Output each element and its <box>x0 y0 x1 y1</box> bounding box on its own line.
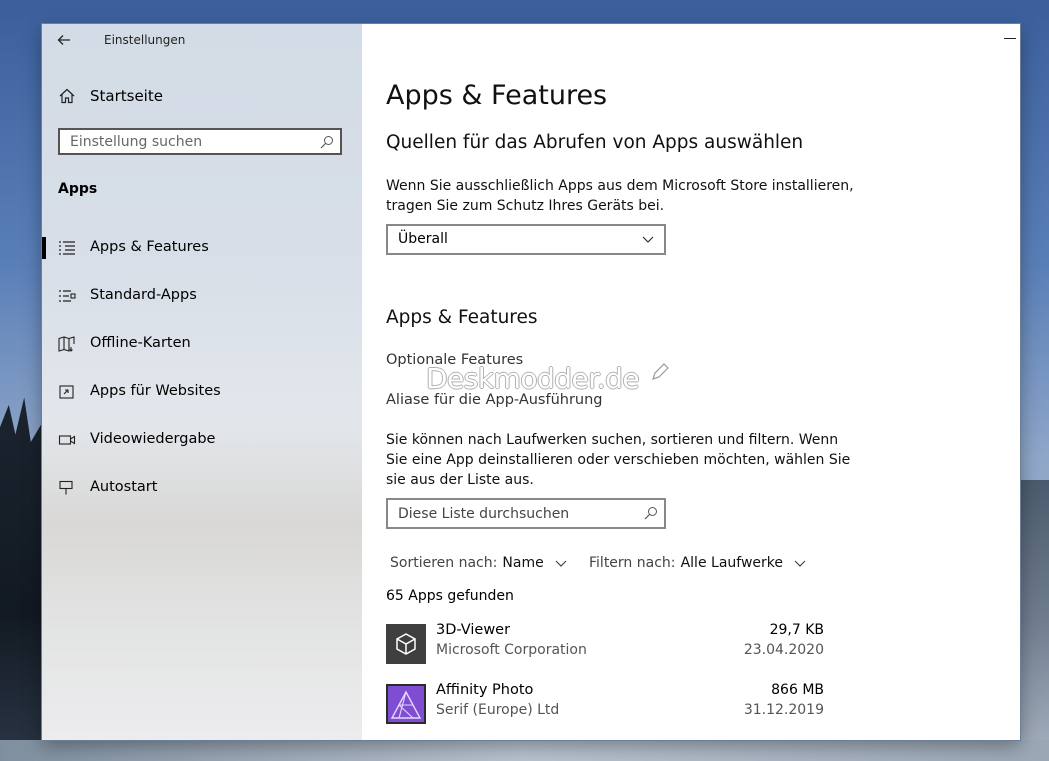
main-content: Apps & Features Quellen für das Abrufen … <box>362 24 1020 740</box>
sidebar-item-label: Apps & Features <box>90 239 209 255</box>
pencil-icon <box>651 363 669 380</box>
3d-viewer-icon <box>386 624 426 664</box>
sidebar-item-home[interactable]: Startseite <box>42 84 362 110</box>
wallpaper-trees <box>0 397 44 761</box>
sort-value: Name <box>502 555 544 571</box>
app-count: 65 Apps gefunden <box>386 588 514 604</box>
sources-heading: Quellen für das Abrufen von Apps auswähl… <box>386 132 804 153</box>
filter-label: Filtern nach: <box>589 555 676 571</box>
app-list-item[interactable]: Affinity Photo Serif (Europe) Ltd 866 MB… <box>386 682 826 734</box>
dropdown-value: Überall <box>398 231 448 247</box>
list-icon <box>59 241 75 255</box>
default-apps-icon <box>59 290 76 302</box>
features-description: Sie können nach Laufwerken suchen, sorti… <box>386 432 851 488</box>
sidebar-item-default-apps[interactable]: Standard-Apps <box>42 281 362 311</box>
watermark: Deskmodder.de <box>426 362 670 395</box>
app-source-dropdown[interactable]: Überall <box>386 224 666 255</box>
back-arrow-icon <box>57 35 70 45</box>
settings-search-placeholder: Einstellung suchen <box>70 134 203 150</box>
map-icon <box>58 336 75 352</box>
sort-label: Sortieren nach: <box>390 555 498 571</box>
app-list-item[interactable]: 3D-Viewer Microsoft Corporation 29,7 KB … <box>386 622 826 674</box>
video-icon <box>58 435 76 445</box>
settings-window: Einstellungen Startseite Einstellung suc… <box>42 24 1020 740</box>
app-name: 3D-Viewer <box>436 622 511 638</box>
window-title: Einstellungen <box>104 33 186 47</box>
sidebar-item-offline-maps[interactable]: Offline-Karten <box>42 329 362 359</box>
search-icon[interactable] <box>320 135 334 149</box>
filter-dropdown[interactable]: Filtern nach: Alle Laufwerke <box>589 552 806 574</box>
chevron-down-icon <box>794 560 806 567</box>
sidebar-item-label: Autostart <box>90 479 158 495</box>
sidebar-item-label: Standard-Apps <box>90 287 197 303</box>
page-title: Apps & Features <box>386 80 608 111</box>
home-icon <box>59 88 75 104</box>
app-publisher: Serif (Europe) Ltd <box>436 702 560 718</box>
wallpaper-lake <box>0 740 1049 761</box>
sidebar-item-label: Videowiedergabe <box>90 431 216 447</box>
sidebar-item-apps-features[interactable]: Apps & Features <box>42 233 362 263</box>
home-label: Startseite <box>90 87 163 105</box>
startup-icon <box>59 480 73 495</box>
sidebar-item-startup[interactable]: Autostart <box>42 473 362 503</box>
app-date: 31.12.2019 <box>743 702 824 718</box>
minimize-button[interactable] <box>1004 30 1016 40</box>
app-date: 23.04.2020 <box>743 642 824 658</box>
sidebar-item-label: Apps für Websites <box>90 383 221 399</box>
sidebar-section-title: Apps <box>58 181 98 197</box>
wallpaper-hills <box>1019 480 1049 761</box>
settings-search-input[interactable]: Einstellung suchen <box>58 128 342 155</box>
search-icon[interactable] <box>644 506 658 520</box>
back-button[interactable] <box>56 32 78 50</box>
sort-dropdown[interactable]: Sortieren nach: Name <box>390 552 567 574</box>
app-size: 29,7 KB <box>769 622 824 638</box>
app-name: Affinity Photo <box>436 682 534 698</box>
chevron-down-icon <box>642 236 654 243</box>
sidebar-item-video-playback[interactable]: Videowiedergabe <box>42 425 362 455</box>
chevron-down-icon <box>555 560 567 567</box>
watermark-text: Deskmodder.de <box>426 362 640 395</box>
affinity-photo-icon <box>386 684 426 724</box>
sidebar-item-apps-websites[interactable]: Apps für Websites <box>42 377 362 407</box>
features-heading: Apps & Features <box>386 307 538 328</box>
filter-value: Alle Laufwerke <box>680 555 783 571</box>
app-size: 866 MB <box>771 682 824 698</box>
sources-description: Wenn Sie ausschließlich Apps aus dem Mic… <box>386 178 854 214</box>
app-list-search-input[interactable]: Diese Liste durchsuchen <box>386 498 666 529</box>
website-app-icon <box>59 385 74 399</box>
app-list-search-placeholder: Diese Liste durchsuchen <box>398 506 570 522</box>
app-publisher: Microsoft Corporation <box>436 642 587 658</box>
sidebar-item-label: Offline-Karten <box>90 335 191 351</box>
sidebar: Einstellungen Startseite Einstellung suc… <box>42 24 362 740</box>
